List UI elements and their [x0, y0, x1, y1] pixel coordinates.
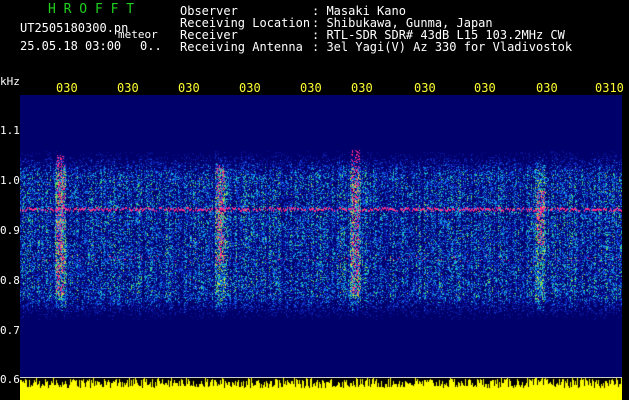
spectrogram — [20, 95, 622, 377]
freq-tick: 1.0 — [0, 174, 20, 187]
date-time-suffix: 0.. — [140, 39, 162, 53]
time-tick: 030 — [300, 81, 322, 95]
time-tick: 0310 — [595, 81, 624, 95]
freq-tick: 0.8 — [0, 274, 20, 287]
freq-tick: 0.7 — [0, 324, 20, 337]
program-title: H R O F F T — [48, 2, 135, 17]
time-tick: 030 — [351, 81, 373, 95]
time-tick: 030 — [178, 81, 200, 95]
freq-tick: 0.9 — [0, 224, 20, 237]
antenna-label: Receiving Antenna — [180, 40, 303, 54]
signal-level-bars — [20, 378, 622, 400]
date-time: 25.05.18 03:00 — [20, 39, 122, 53]
time-tick: 030 — [536, 81, 558, 95]
time-tick: 030 — [414, 81, 436, 95]
time-tick: 030 — [117, 81, 139, 95]
freq-tick: 0.6 — [0, 373, 20, 386]
time-tick: 030 — [239, 81, 261, 95]
freq-tick: 1.1 — [0, 124, 20, 137]
antenna-value: : 3el Yagi(V) Az 330 for Vladivostok — [312, 40, 573, 54]
time-tick: 030 — [56, 81, 78, 95]
freq-unit-label: kHz — [0, 75, 20, 88]
file-name: UT2505180300.pn — [20, 21, 129, 35]
time-tick: 030 — [474, 81, 496, 95]
